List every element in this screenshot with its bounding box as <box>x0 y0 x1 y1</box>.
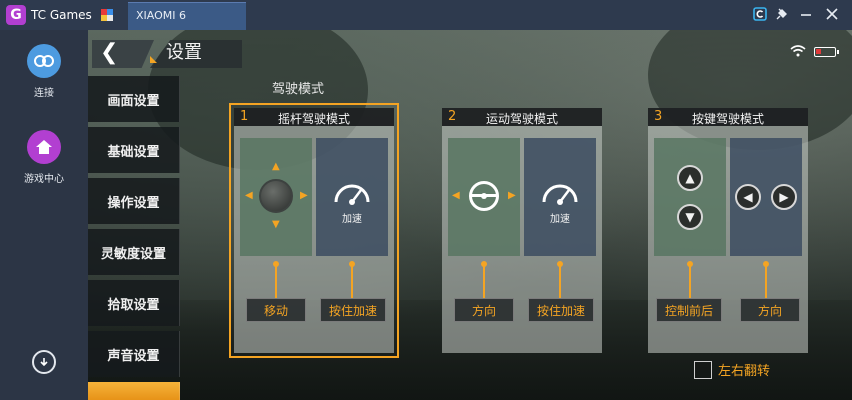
game-screen: ❮ 设置 画面设置 基础设置 操作设置 灵敏度设置 拾取设置 声音设置 驾驶模式… <box>88 30 852 400</box>
connector-line <box>275 266 277 298</box>
menu-item-controls[interactable]: 操作设置 <box>88 178 180 224</box>
app-brand: G TC Games <box>6 4 113 26</box>
panel-header: 按键驾驶模式 3 <box>648 108 808 126</box>
left-right-buttons-icon: ◀ ▶ <box>730 138 802 256</box>
link-icon <box>27 44 61 78</box>
device-tab[interactable]: XIAOMI 6 <box>128 2 246 30</box>
wifi-icon <box>790 44 806 60</box>
menu-item-basic[interactable]: 基础设置 <box>88 127 180 173</box>
chevron-up-icon: ▲ <box>677 165 703 191</box>
panel-header: 摇杆驾驶模式 1 <box>234 108 394 126</box>
sidebar-item-label: 连接 <box>34 88 54 99</box>
mode-name: 按键驾驶模式 <box>691 112 764 126</box>
hold-accelerate-button[interactable]: 按住加速 <box>528 298 594 322</box>
connector-line <box>351 266 353 298</box>
menu-item-sensitivity[interactable]: 灵敏度设置 <box>88 229 180 275</box>
apps-grid-icon[interactable] <box>100 9 113 21</box>
download-icon <box>32 350 56 374</box>
connector-line <box>765 266 767 298</box>
move-button[interactable]: 移动 <box>246 298 306 322</box>
menu-item-display[interactable]: 画面设置 <box>88 76 180 122</box>
mode-name: 运动驾驶模式 <box>485 112 558 126</box>
direction-button[interactable]: 方向 <box>454 298 514 322</box>
gauge-caption: 加速 <box>550 214 570 225</box>
sidebar: 连接 游戏中心 <box>0 30 88 400</box>
battery-icon <box>814 47 839 57</box>
menu-item-pickup[interactable]: 拾取设置 <box>88 280 180 326</box>
up-down-buttons-icon: ▲ ▼ <box>654 138 726 256</box>
menu-item-sound[interactable]: 声音设置 <box>88 331 180 377</box>
mode-panel-buttons[interactable]: 按键驾驶模式 3 ▲ ▼ ◀ ▶ 控制前后 方向 <box>648 108 808 353</box>
chevron-right-icon: ▶ <box>771 184 797 210</box>
mode-number: 1 <box>240 109 249 124</box>
tc-icon[interactable] <box>750 4 770 24</box>
status-bar <box>790 44 839 60</box>
home-icon <box>27 130 61 164</box>
connector-line <box>483 266 485 298</box>
back-button[interactable]: ❮ <box>92 40 154 68</box>
minimize-icon[interactable] <box>796 4 816 24</box>
title-accent <box>150 56 157 63</box>
mode-number: 2 <box>448 109 457 124</box>
sidebar-item-label: 游戏中心 <box>24 174 64 185</box>
chevron-left-icon: ◀ <box>735 184 761 210</box>
title-bar: G TC Games XIAOMI 6 <box>0 0 852 30</box>
section-label: 驾驶模式 <box>272 82 325 97</box>
flip-checkbox[interactable] <box>694 360 712 379</box>
tc-games-logo: G <box>6 5 26 25</box>
speedometer-icon: 加速 <box>524 138 596 256</box>
gauge-caption: 加速 <box>342 214 362 225</box>
hold-accelerate-button[interactable]: 按住加速 <box>320 298 386 322</box>
flip-label: 左右翻转 <box>718 364 771 379</box>
mode-panel-joystick[interactable]: 摇杆驾驶模式 1 ▲ ▼ ◀ ▶ 加速 移动 按住加速 <box>229 103 399 358</box>
panel-header: 运动驾驶模式 2 <box>442 108 602 126</box>
flip-toggle[interactable]: 左右翻转 <box>694 360 770 379</box>
speedometer-icon: 加速 <box>316 138 388 256</box>
app-name: TC Games <box>31 8 92 22</box>
connector-line <box>559 266 561 298</box>
page-title: 设置 <box>150 40 242 68</box>
sidebar-item-game-center[interactable]: 游戏中心 <box>0 130 88 185</box>
mode-panel-motion[interactable]: 运动驾驶模式 2 ◀ ▶ 加速 方向 按住加速 <box>442 108 602 353</box>
mode-number: 3 <box>654 109 663 124</box>
chevron-left-icon: ❮ <box>100 40 119 65</box>
mode-name: 摇杆驾驶模式 <box>277 112 350 126</box>
forward-back-button[interactable]: 控制前后 <box>656 298 722 322</box>
download-button[interactable] <box>0 350 88 380</box>
settings-header: ❮ 设置 <box>88 34 852 70</box>
sidebar-item-connect[interactable]: 连接 <box>0 44 88 99</box>
direction-button[interactable]: 方向 <box>740 298 800 322</box>
chevron-down-icon: ▼ <box>677 204 703 230</box>
joystick-icon: ▲ ▼ ◀ ▶ <box>240 138 312 256</box>
menu-item-active[interactable] <box>88 382 180 400</box>
connector-line <box>689 266 691 298</box>
steering-wheel-icon: ◀ ▶ <box>448 138 520 256</box>
pin-icon[interactable] <box>772 4 792 24</box>
close-icon[interactable] <box>822 4 842 24</box>
